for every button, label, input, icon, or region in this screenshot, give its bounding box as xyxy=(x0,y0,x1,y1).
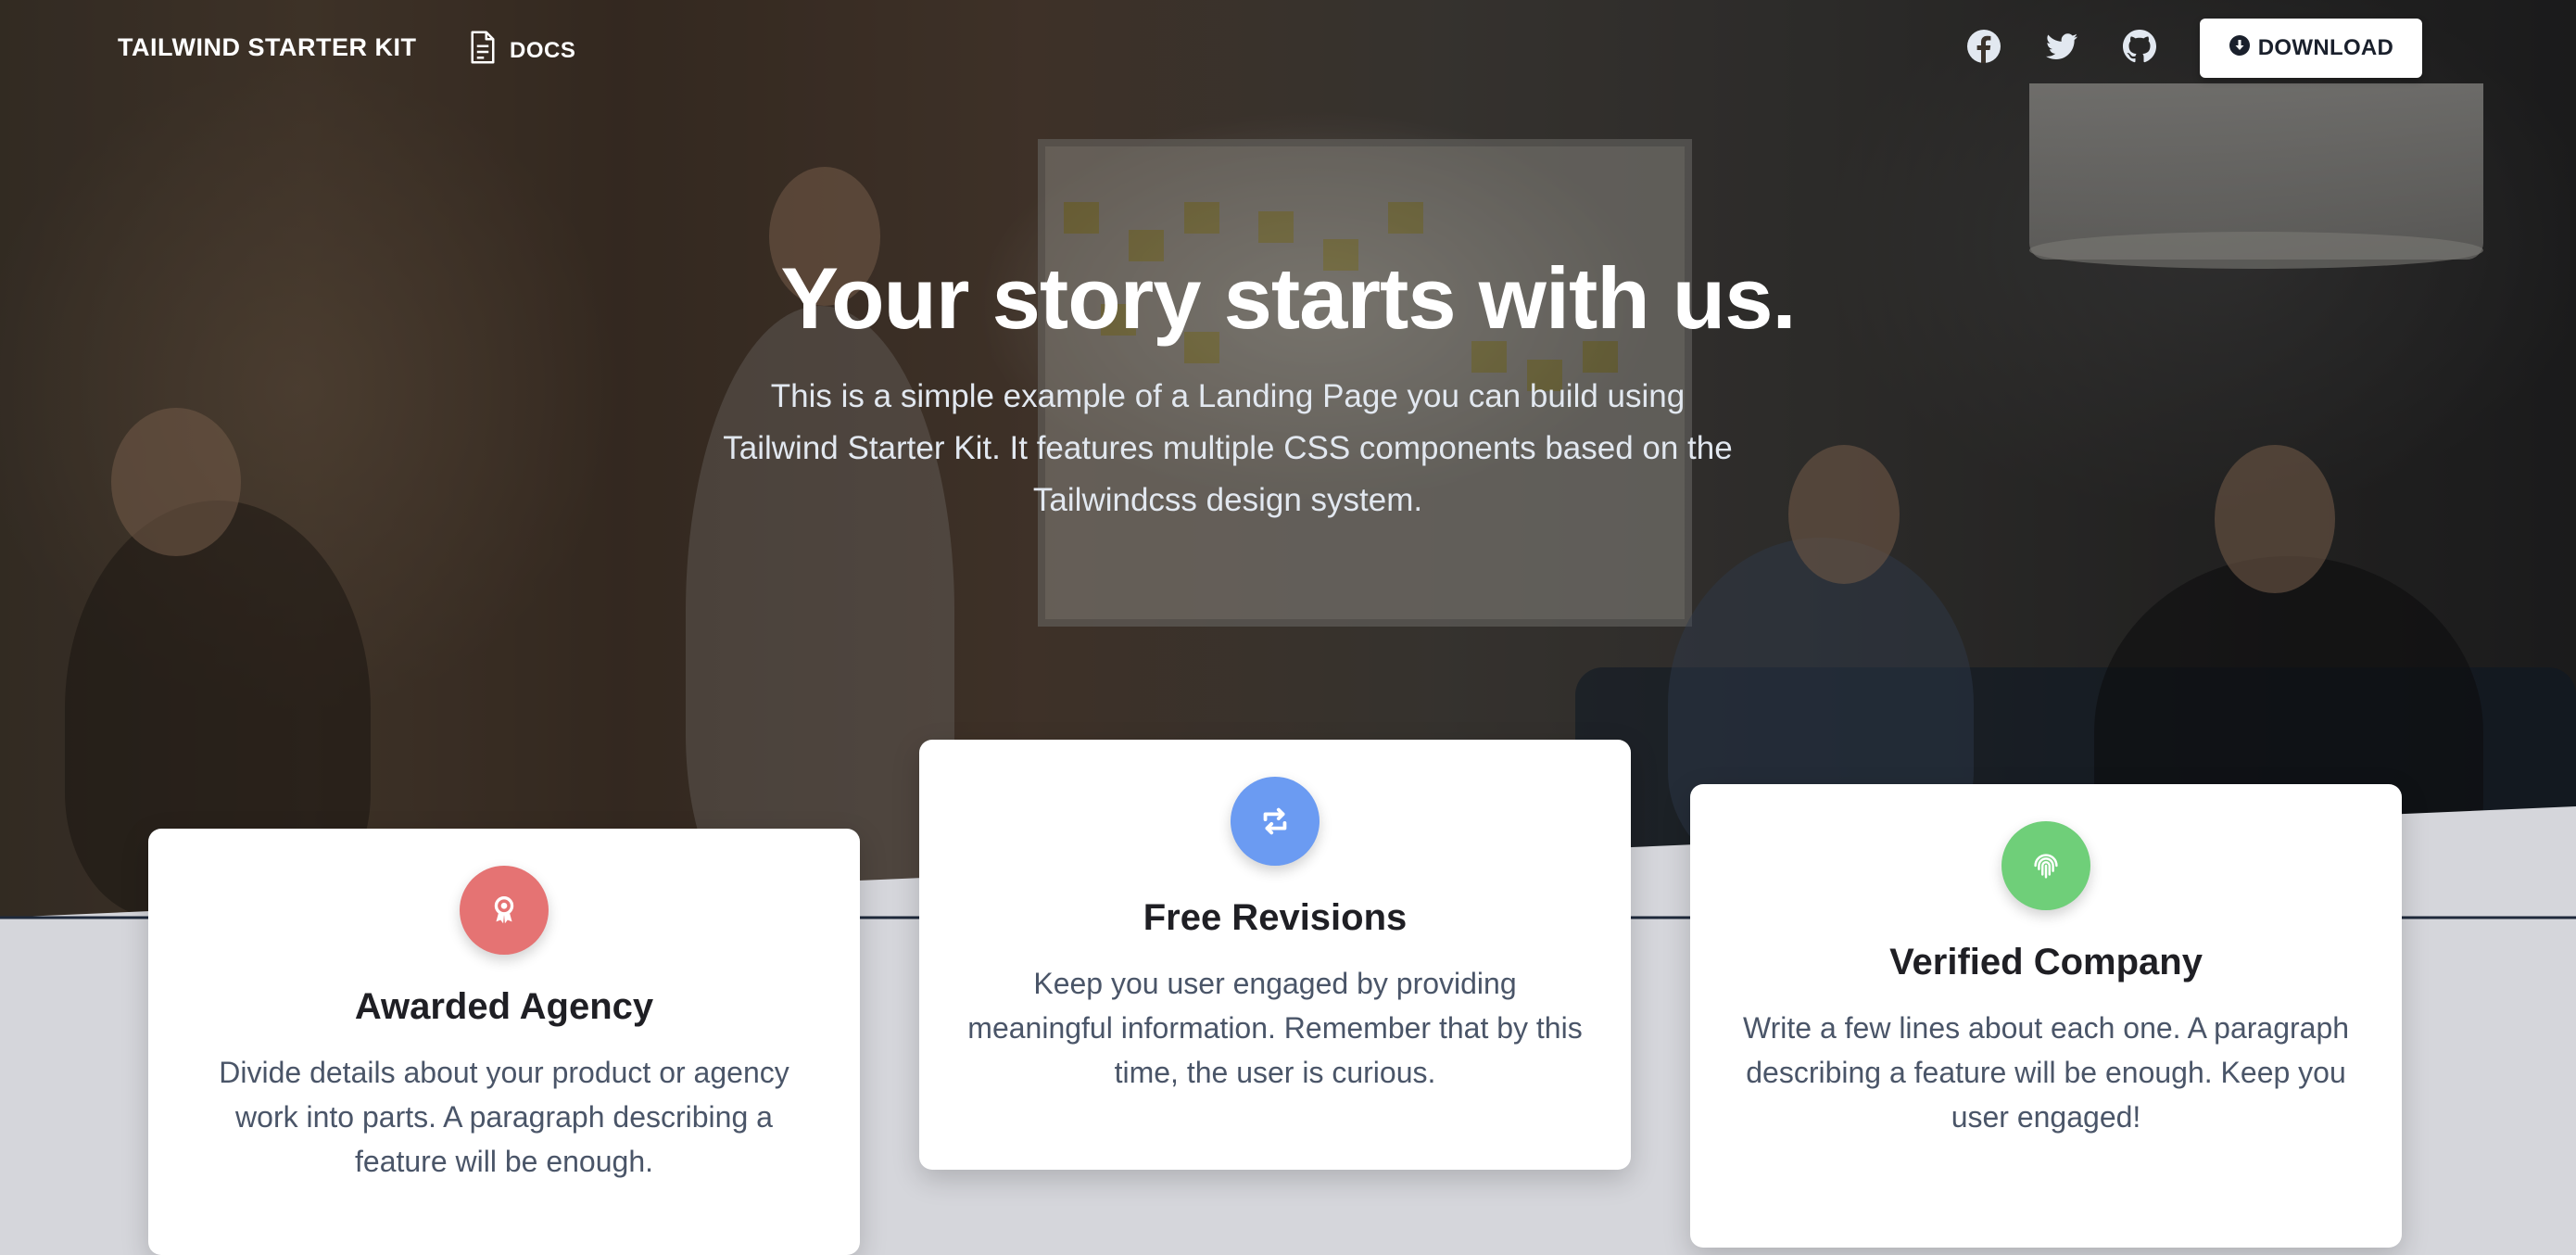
feature-card-free-revisions: Free Revisions Keep you user engaged by … xyxy=(919,740,1631,1170)
feature-description: Write a few lines about each one. A para… xyxy=(1742,1011,2350,1134)
brand-link[interactable]: TAILWIND STARTER KIT xyxy=(118,33,416,62)
feature-card-verified-company: Verified Company Write a few lines about… xyxy=(1690,784,2402,1248)
fingerprint-icon xyxy=(2001,821,2090,910)
hero-description: This is a simple example of a Landing Pa… xyxy=(723,378,1733,518)
docs-link[interactable]: DOCS xyxy=(469,30,575,71)
navbar: TAILWIND STARTER KIT DOCS DOWNLOAD xyxy=(0,0,2576,95)
feature-title: Awarded Agency xyxy=(354,986,654,1027)
feature-description: Divide details about your product or age… xyxy=(219,1056,789,1178)
download-icon xyxy=(2229,34,2251,63)
twitter-icon[interactable] xyxy=(2043,28,2080,65)
feature-card-awarded-agency: Awarded Agency Divide details about your… xyxy=(148,829,860,1255)
github-icon[interactable] xyxy=(2121,28,2158,65)
award-icon xyxy=(460,866,549,955)
download-button[interactable]: DOWNLOAD xyxy=(2200,19,2422,78)
facebook-icon[interactable] xyxy=(1965,28,2002,65)
feature-description: Keep you user engaged by providing meani… xyxy=(967,967,1583,1089)
feature-title: Verified Company xyxy=(1889,942,2203,982)
feature-title: Free Revisions xyxy=(1143,897,1408,938)
download-label: DOWNLOAD xyxy=(2257,35,2394,60)
hero-title: Your story starts with us. xyxy=(780,249,1796,347)
retweet-icon xyxy=(1231,777,1320,866)
docs-label: DOCS xyxy=(510,37,576,63)
document-icon xyxy=(469,30,497,71)
